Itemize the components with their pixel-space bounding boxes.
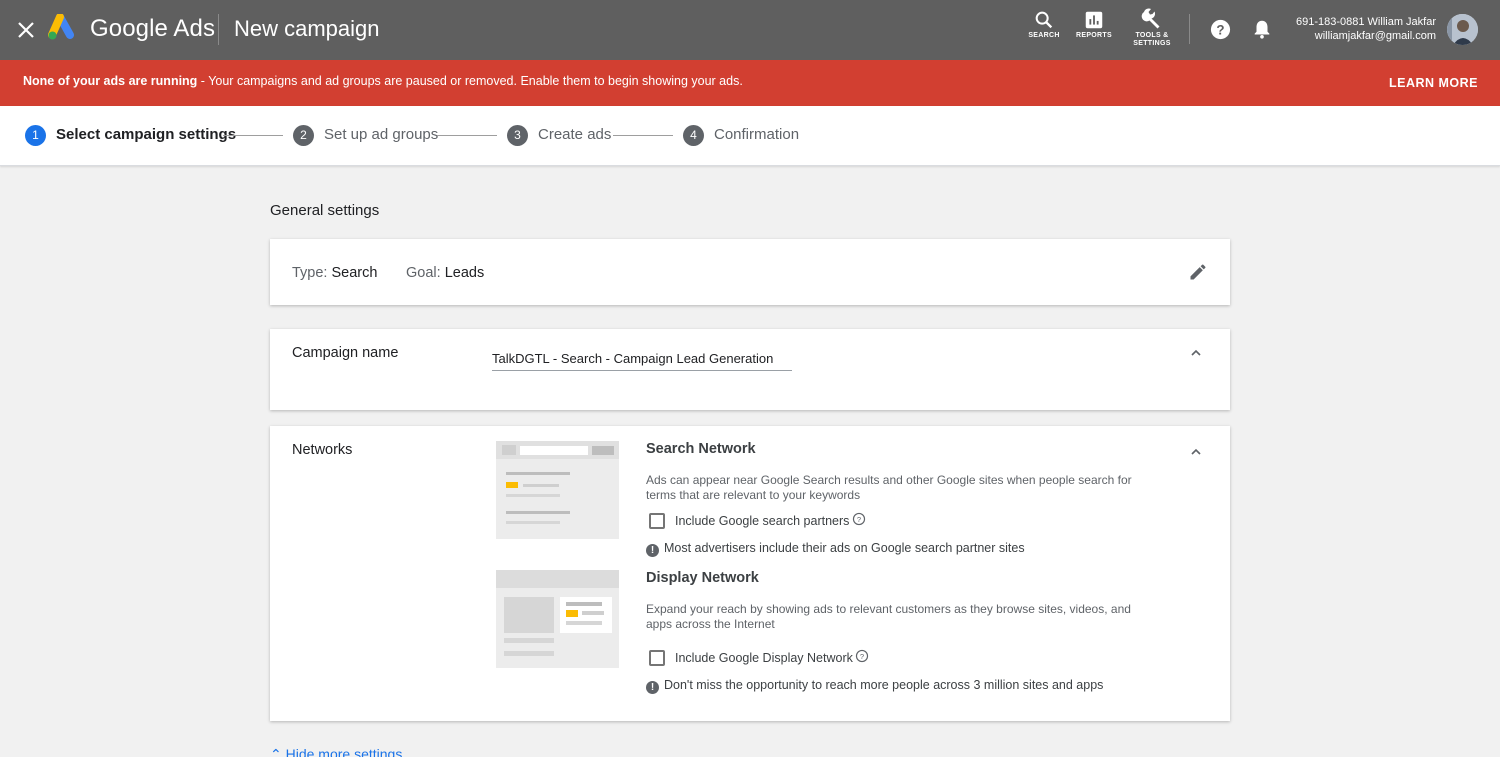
reports-label: REPORTS — [1076, 32, 1112, 39]
alert-banner: None of your ads are running - Your camp… — [0, 60, 1500, 106]
step-3-number[interactable]: 3 — [507, 125, 528, 146]
step-4-label[interactable]: Confirmation — [714, 126, 799, 143]
brand-name: Google Ads — [90, 15, 216, 42]
campaign-stepper: 1 Select campaign settings 2 Set up ad g… — [0, 106, 1500, 166]
type-label: Type: — [292, 265, 328, 281]
campaign-goal: Goal: Leads — [406, 265, 484, 281]
campaign-name-label: Campaign name — [292, 345, 399, 361]
section-title: General settings — [270, 202, 380, 219]
bell-icon[interactable] — [1251, 18, 1273, 40]
search-partners-note: ! Most advertisers include their ads on G… — [646, 541, 1025, 557]
campaign-name-input[interactable] — [492, 347, 792, 371]
step-connector — [437, 135, 497, 136]
step-1-number[interactable]: 1 — [25, 125, 46, 146]
display-network-illustration — [496, 570, 619, 668]
tools-settings-button[interactable]: TOOLS & SETTINGS — [1130, 7, 1174, 48]
help-icon[interactable]: ? — [1209, 18, 1232, 41]
search-label: SEARCH — [1028, 32, 1060, 39]
svg-text:?: ? — [1216, 22, 1224, 37]
account-email: williamjakfar@gmail.com — [1314, 30, 1436, 42]
help-outline-icon[interactable]: ? — [855, 649, 869, 668]
tools-icon — [1130, 7, 1174, 31]
reports-icon — [1074, 9, 1114, 31]
search-network-title: Search Network — [646, 441, 756, 457]
edit-icon[interactable] — [1188, 262, 1208, 287]
learn-more-link[interactable]: LEARN MORE — [1389, 76, 1478, 90]
display-network-checkbox[interactable] — [649, 650, 665, 666]
divider — [218, 14, 219, 45]
help-outline-icon[interactable]: ? — [852, 512, 866, 531]
hide-more-settings-link[interactable]: ⌃ Hide more settings — [270, 746, 402, 757]
networks-card: Networks Search Network Ads can appear n… — [270, 426, 1230, 721]
page-title: New campaign — [234, 16, 380, 41]
search-button[interactable]: SEARCH — [1026, 9, 1062, 40]
svg-text:?: ? — [860, 652, 864, 661]
campaign-type: Type: Search — [292, 265, 377, 281]
alert-detail-text: - Your campaigns and ad groups are pause… — [197, 74, 743, 88]
alert-bold-text: None of your ads are running — [23, 74, 198, 88]
search-partners-checkbox[interactable] — [649, 513, 665, 529]
step-1-label[interactable]: Select campaign settings — [56, 126, 236, 143]
account-info[interactable]: 691-183-0881 William Jakfar williamjakfa… — [1296, 15, 1436, 43]
search-network-description: Ads can appear near Google Search result… — [646, 473, 1132, 502]
search-partners-label[interactable]: Include Google search partners — [675, 514, 849, 528]
tools-label-2: SETTINGS — [1133, 40, 1171, 47]
step-2-number[interactable]: 2 — [293, 125, 314, 146]
step-4-number[interactable]: 4 — [683, 125, 704, 146]
close-icon[interactable] — [14, 18, 38, 42]
account-id-name: 691-183-0881 William Jakfar — [1295, 16, 1436, 28]
info-icon: ! — [646, 544, 659, 557]
display-network-description: Expand your reach by showing ads to rele… — [646, 602, 1131, 631]
display-network-label[interactable]: Include Google Display Network — [675, 651, 853, 665]
networks-label: Networks — [292, 442, 353, 458]
step-3-label[interactable]: Create ads — [538, 126, 611, 143]
toolbar-divider — [1189, 14, 1190, 44]
search-partners-note-text: Most advertisers include their ads on Go… — [664, 541, 1025, 555]
display-network-title: Display Network — [646, 570, 759, 586]
info-icon: ! — [646, 681, 659, 694]
search-network-illustration — [496, 441, 619, 539]
type-goal-card[interactable]: Type: Search Goal: Leads — [270, 239, 1230, 305]
type-value: Search — [331, 265, 378, 281]
tools-label-1: TOOLS & — [1135, 32, 1169, 39]
chevron-up-icon[interactable] — [1188, 345, 1204, 366]
step-2-label[interactable]: Set up ad groups — [324, 126, 438, 143]
step-connector — [613, 135, 673, 136]
campaign-name-card: Campaign name — [270, 329, 1230, 410]
alert-message: None of your ads are running - Your camp… — [23, 74, 743, 88]
google-ads-logo — [48, 13, 80, 42]
avatar[interactable] — [1447, 14, 1478, 45]
step-connector — [223, 135, 283, 136]
reports-button[interactable]: REPORTS — [1074, 9, 1114, 40]
display-network-note-text: Don't miss the opportunity to reach more… — [664, 678, 1104, 692]
goal-value: Leads — [444, 265, 485, 281]
svg-text:?: ? — [857, 515, 861, 524]
top-app-bar: Google Ads New campaign SEARCH REPORTS T… — [0, 0, 1500, 60]
hide-more-label: Hide more settings — [285, 746, 403, 757]
chevron-up-icon[interactable] — [1188, 444, 1204, 465]
goal-label: Goal: — [406, 265, 441, 281]
chevron-up-icon: ⌃ — [270, 746, 286, 757]
search-icon — [1026, 9, 1062, 31]
display-network-note: ! Don't miss the opportunity to reach mor… — [646, 678, 1103, 694]
